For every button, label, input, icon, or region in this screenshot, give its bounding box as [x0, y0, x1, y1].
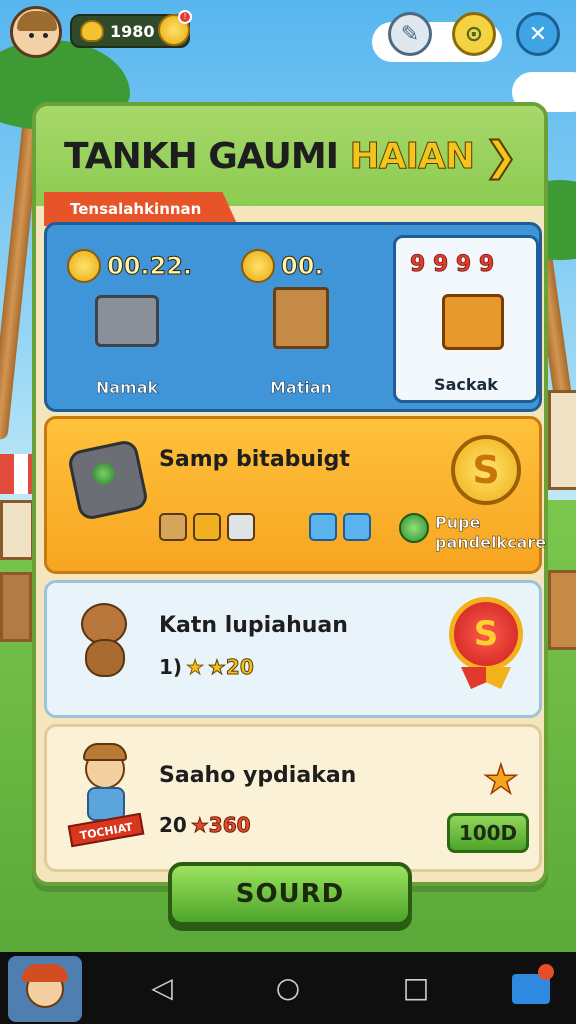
- category-label: Namak: [95, 378, 159, 398]
- player-avatar[interactable]: [10, 6, 62, 58]
- price-value: 00.: [281, 252, 325, 281]
- machine-icon: [95, 295, 159, 347]
- title-main: TANKH GAUMI: [64, 136, 339, 177]
- wooden-hut: [0, 572, 32, 642]
- shop-card-teddy[interactable]: Katn lupiahuan 1) ★ ★20 S: [44, 580, 542, 718]
- medal-icon: S: [449, 597, 523, 671]
- category-row: 00.22. Namak 00. Matian 9 9 9 9 Sackak: [44, 222, 542, 412]
- card-reward: 20 ★360: [159, 813, 251, 838]
- bonus-text: Pupe pandelkcare: [435, 513, 547, 553]
- star-icon: ★: [482, 756, 519, 804]
- item-icons: [309, 513, 371, 541]
- buy-button[interactable]: 100D: [447, 813, 529, 853]
- card-title: Saaho ypdiakan: [159, 763, 357, 788]
- decor-numbers: 9 9 9 9: [410, 252, 495, 278]
- panel-title: TANKH GAUMI HAIAN: [64, 136, 476, 178]
- bonus-info: Pupe pandelkcare: [399, 513, 546, 553]
- card-title: Samp bitabuigt: [159, 447, 350, 472]
- card-title: Katn lupiahuan: [159, 613, 348, 638]
- box-icon: [227, 513, 255, 541]
- item-icons: [159, 513, 255, 541]
- bonus-subtitle: pandelkcare: [435, 533, 547, 553]
- avatar-eye: [43, 33, 48, 38]
- next-arrow-icon[interactable]: ❯: [483, 133, 518, 181]
- teddy-body: [85, 639, 125, 677]
- app-badge: [538, 964, 554, 980]
- character-hat: [83, 743, 127, 761]
- avatar-hat: [22, 964, 68, 982]
- shop-card-character[interactable]: TOCHIAT Saaho ypdiakan 20 ★360 ★ 100D: [44, 724, 542, 872]
- coin-badge-icon: [241, 249, 275, 283]
- card-reward: 1) ★ ★20: [159, 655, 255, 680]
- top-bar: 1980 ! ✎ ⊙ ✕: [0, 0, 576, 70]
- avatar-eye: [29, 33, 34, 38]
- star-icon: ★: [186, 655, 205, 680]
- coin-s-icon: S: [451, 435, 521, 505]
- hat-icon: [17, 11, 57, 31]
- category-price: 00.22.: [67, 249, 193, 283]
- category-label: Sackak: [434, 375, 498, 394]
- house: [0, 500, 34, 560]
- cube-icon: [343, 513, 371, 541]
- house: [548, 390, 576, 490]
- close-button[interactable]: ✕: [516, 12, 560, 56]
- notification-badge: !: [178, 10, 192, 24]
- map-pin-button[interactable]: ⊙: [452, 12, 496, 56]
- title-highlight: HAIAN: [349, 136, 475, 178]
- shop-awning: [0, 454, 34, 494]
- reward-value: ★360: [190, 813, 251, 838]
- medal-ribbon: [461, 667, 511, 689]
- teddy-bear-icon: [73, 599, 137, 679]
- home-icon[interactable]: ○: [270, 970, 306, 1006]
- panel-header: TANKH GAUMI HAIAN ❯: [36, 106, 544, 206]
- category-label: Matian: [269, 378, 333, 398]
- section-ribbon: Tensalahkinnan: [44, 192, 238, 226]
- chat-icon: ✎: [400, 21, 420, 47]
- coin-badge-icon: [67, 249, 101, 283]
- gift-box-icon: [442, 294, 504, 350]
- main-action-button[interactable]: SOURD: [168, 862, 412, 926]
- bonus-title: Pupe: [435, 513, 481, 533]
- category-sackak[interactable]: 9 9 9 9 Sackak: [393, 235, 539, 403]
- reward-prefix: 1): [159, 655, 183, 679]
- box-icon: [159, 513, 187, 541]
- character-icon: [77, 743, 137, 823]
- close-icon: ✕: [528, 21, 548, 47]
- shop-panel: TANKH GAUMI HAIAN ❯ Tensalahkinnan 00.22…: [32, 102, 548, 886]
- price-value: 00.22.: [106, 252, 193, 281]
- cube-icon: [309, 513, 337, 541]
- system-navbar: ◁ ○ □: [0, 952, 576, 1024]
- recent-app-avatar[interactable]: [8, 956, 82, 1022]
- category-price: 00.: [241, 249, 324, 283]
- box-icon: [193, 513, 221, 541]
- coin-value: 1980: [110, 21, 155, 41]
- crate-icon: [273, 287, 329, 349]
- recents-icon[interactable]: □: [398, 970, 434, 1006]
- dispenser-icon: [66, 438, 150, 522]
- category-namak[interactable]: 00.22. Namak: [47, 225, 207, 409]
- category-matian[interactable]: 00. Matian: [221, 225, 381, 409]
- shop-card-dispenser[interactable]: Samp bitabuigt S Pupe pandelkcare: [44, 416, 546, 574]
- wooden-fence: [548, 570, 576, 650]
- coin-bag-icon: [80, 20, 104, 42]
- bonus-icon: [399, 513, 429, 543]
- reward-value: ★20: [208, 655, 255, 680]
- map-pin-icon: ⊙: [464, 21, 484, 47]
- chat-button[interactable]: ✎: [388, 12, 432, 56]
- reward-prefix: 20: [159, 813, 187, 837]
- back-icon[interactable]: ◁: [144, 970, 180, 1006]
